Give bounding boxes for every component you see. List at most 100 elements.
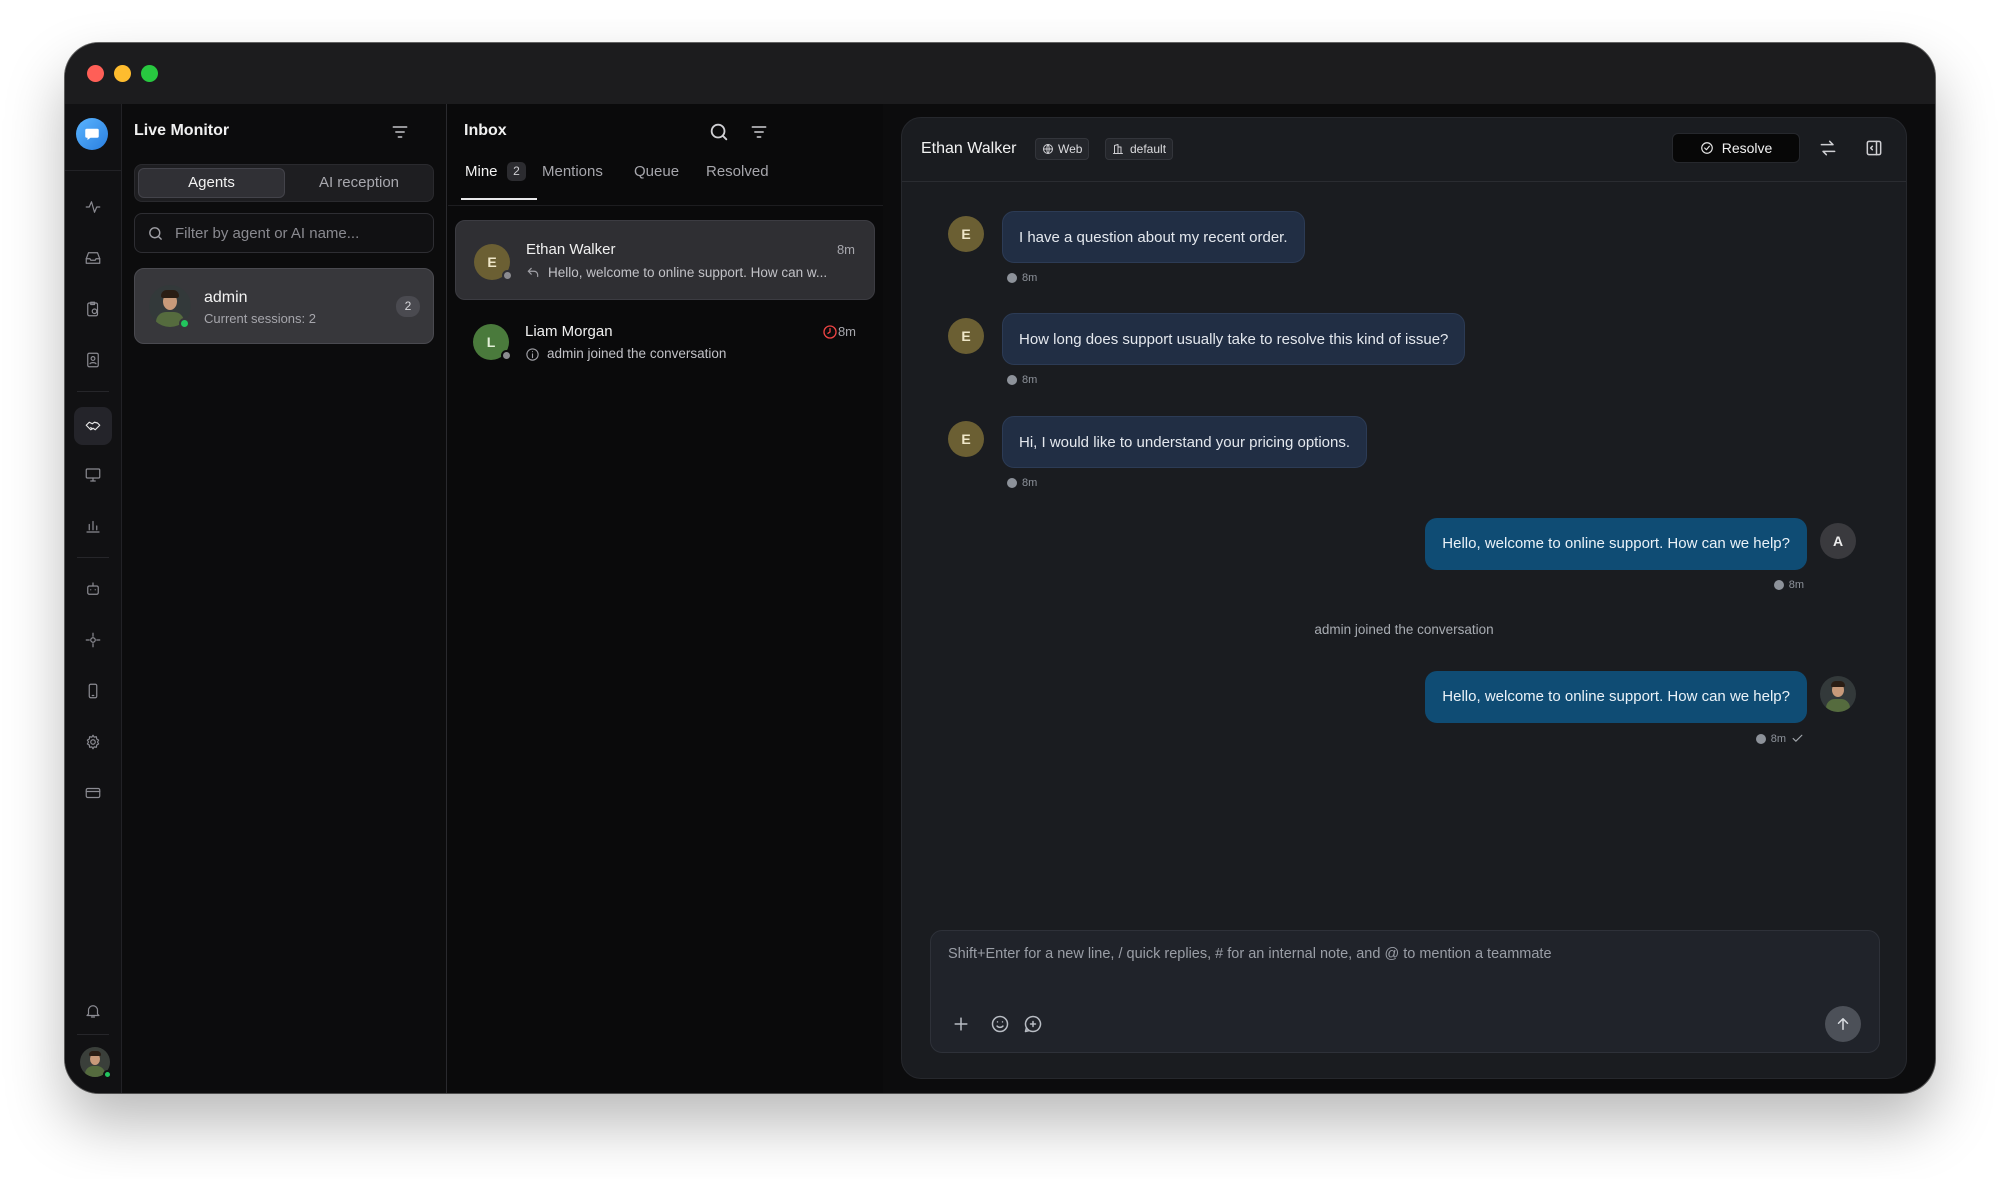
agent-filter-placeholder: Filter by agent or AI name... [175, 225, 360, 242]
bot-icon[interactable] [79, 575, 107, 603]
contact-book-icon[interactable] [79, 346, 107, 374]
live-monitor-panel: Live Monitor Agents AI reception Filter … [122, 104, 447, 1093]
delivered-icon [1755, 733, 1766, 744]
add-attachment-icon[interactable] [951, 1014, 971, 1034]
channel-badge: Web [1035, 138, 1090, 160]
message-meta: 8m [1755, 732, 1804, 745]
tab-mentions[interactable]: Mentions [542, 163, 603, 180]
composer-input[interactable]: Shift+Enter for a new line, / quick repl… [948, 946, 1552, 962]
bell-icon[interactable] [79, 997, 107, 1025]
conversation-item-liam-morgan[interactable]: L Liam Morgan 8m admin joined the conver… [455, 302, 875, 382]
activity-icon[interactable] [79, 193, 107, 221]
conversation-time: 8m [837, 324, 856, 339]
agent-sessions: Current sessions: 2 [204, 311, 316, 326]
resolve-label: Resolve [1721, 140, 1773, 156]
message-time: 8m [1022, 374, 1038, 386]
handshake-icon[interactable] [74, 407, 112, 445]
filter-icon[interactable] [749, 122, 769, 142]
tab-mine-count: 2 [507, 162, 526, 181]
agent-card-admin[interactable]: admin Current sessions: 2 2 [134, 268, 434, 344]
message-bubble: How long does support usually take to re… [1002, 313, 1466, 365]
conversation-item-ethan-walker[interactable]: E Ethan Walker 8m Hello, welcome to onli… [455, 220, 875, 300]
agent-filter-input[interactable]: Filter by agent or AI name... [134, 213, 434, 253]
contact-name: Ethan Walker [921, 140, 1017, 157]
system-message: admin joined the conversation [1314, 622, 1494, 637]
delivered-icon [1007, 375, 1017, 385]
tab-mine-label: Mine [465, 163, 498, 180]
bar-chart-icon[interactable] [79, 512, 107, 540]
segmented-control: Agents AI reception [134, 164, 434, 202]
active-tab-indicator [461, 198, 537, 200]
info-icon [526, 348, 539, 361]
conversation-preview: admin joined the conversation [547, 346, 727, 361]
waiting-clock-icon [823, 325, 837, 339]
panel-title: Live Monitor [134, 122, 230, 139]
app-logo-icon[interactable] [76, 118, 108, 150]
sender-avatar: E [948, 421, 984, 457]
credit-card-icon[interactable] [79, 779, 107, 807]
message-bubble: Hello, welcome to online support. How ca… [1425, 671, 1807, 723]
integration-icon[interactable] [79, 626, 107, 654]
message-meta: 8m [1007, 272, 1037, 284]
message-time: 8m [1770, 732, 1786, 745]
conversation-name: Liam Morgan [525, 323, 613, 340]
minimize-window-button[interactable] [114, 65, 131, 82]
smartphone-icon[interactable] [79, 677, 107, 705]
window-titlebar [65, 43, 1935, 104]
send-button[interactable] [1825, 1006, 1861, 1042]
sidebar-rail [65, 104, 122, 1093]
message-meta: 8m [1773, 579, 1804, 591]
globe-icon [1043, 144, 1053, 154]
message-time: 8m [1788, 579, 1804, 591]
delivered-icon [1773, 580, 1784, 590]
clipboard-clock-icon[interactable] [79, 295, 107, 323]
zoom-window-button[interactable] [141, 65, 158, 82]
message-bubble: I have a question about my recent order. [1002, 211, 1305, 263]
search-icon[interactable] [708, 121, 730, 143]
offline-status-dot [502, 270, 513, 281]
monitor-icon[interactable] [79, 461, 107, 489]
offline-status-dot [501, 350, 512, 361]
delivered-icon [1007, 273, 1017, 283]
sender-avatar: E [948, 216, 984, 252]
sender-avatar: E [948, 318, 984, 354]
chat-panel: Ethan Walker Web default Resolve E I hav… [901, 117, 1907, 1079]
inbox-panel: Inbox Mine 2 Mentions Queue Resolved E E… [447, 104, 883, 1093]
conversation-name: Ethan Walker [526, 241, 616, 258]
agent-avatar [1820, 676, 1856, 712]
search-icon [149, 227, 162, 240]
building-icon [1113, 144, 1123, 154]
message-bubble: Hi, I would like to understand your pric… [1002, 416, 1368, 468]
online-status-dot [103, 1070, 112, 1079]
delivered-icon [1007, 478, 1017, 488]
inbox-badge: default [1105, 138, 1174, 160]
filter-icon[interactable] [390, 122, 410, 142]
message-bubble: Hello, welcome to online support. How ca… [1425, 518, 1807, 570]
quick-reply-icon[interactable] [1023, 1014, 1043, 1034]
emoji-icon[interactable] [990, 1014, 1010, 1034]
message-meta: 8m [1007, 374, 1037, 386]
user-avatar[interactable] [80, 1047, 112, 1079]
conversation-time: 8m [836, 242, 855, 257]
read-check-icon [1792, 734, 1803, 742]
resolve-button[interactable]: Resolve [1672, 133, 1800, 163]
message-meta: 8m [1007, 477, 1037, 489]
chat-header: Ethan Walker Web default Resolve [902, 118, 1906, 182]
reply-arrow-icon [527, 267, 539, 278]
segment-agents[interactable]: Agents [138, 168, 285, 198]
tab-queue[interactable]: Queue [634, 163, 679, 180]
channel-label: Web [1058, 142, 1083, 156]
close-window-button[interactable] [87, 65, 104, 82]
session-count-badge: 2 [396, 296, 420, 317]
tab-resolved[interactable]: Resolved [706, 163, 769, 180]
check-circle-icon [1700, 142, 1713, 154]
toggle-sidebar-icon[interactable] [1864, 138, 1884, 158]
inbox-icon[interactable] [79, 244, 107, 272]
segment-ai-reception[interactable]: AI reception [286, 168, 432, 198]
online-status-dot [179, 318, 190, 329]
transfer-icon[interactable] [1818, 138, 1838, 158]
settings-gear-icon[interactable] [79, 728, 107, 756]
arrow-up-icon [1837, 1018, 1849, 1030]
message-composer: Shift+Enter for a new line, / quick repl… [930, 930, 1880, 1053]
inbox-title: Inbox [464, 122, 507, 139]
